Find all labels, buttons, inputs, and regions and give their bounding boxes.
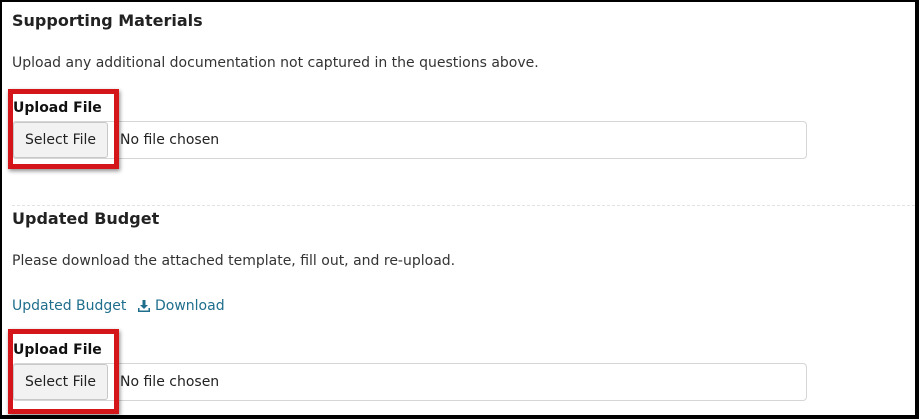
supporting-select-file-button[interactable]: Select File (13, 122, 108, 158)
updated-budget-heading: Updated Budget (12, 209, 160, 228)
updated-budget-link[interactable]: Updated Budget (12, 298, 126, 314)
form-panel: Supporting Materials Upload any addition… (2, 2, 915, 415)
download-icon (137, 299, 151, 313)
supporting-file-status: No file chosen (120, 132, 220, 148)
download-link[interactable]: Download (137, 298, 225, 314)
section-divider (12, 205, 915, 206)
budget-select-file-button[interactable]: Select File (13, 364, 108, 400)
supporting-upload-label: Upload File (13, 100, 102, 116)
budget-upload-label: Upload File (13, 342, 102, 358)
download-label: Download (155, 298, 225, 314)
supporting-materials-heading: Supporting Materials (12, 11, 203, 30)
supporting-materials-description: Upload any additional documentation not … (12, 55, 539, 71)
budget-file-status: No file chosen (120, 374, 220, 390)
updated-budget-description: Please download the attached template, f… (12, 253, 456, 269)
